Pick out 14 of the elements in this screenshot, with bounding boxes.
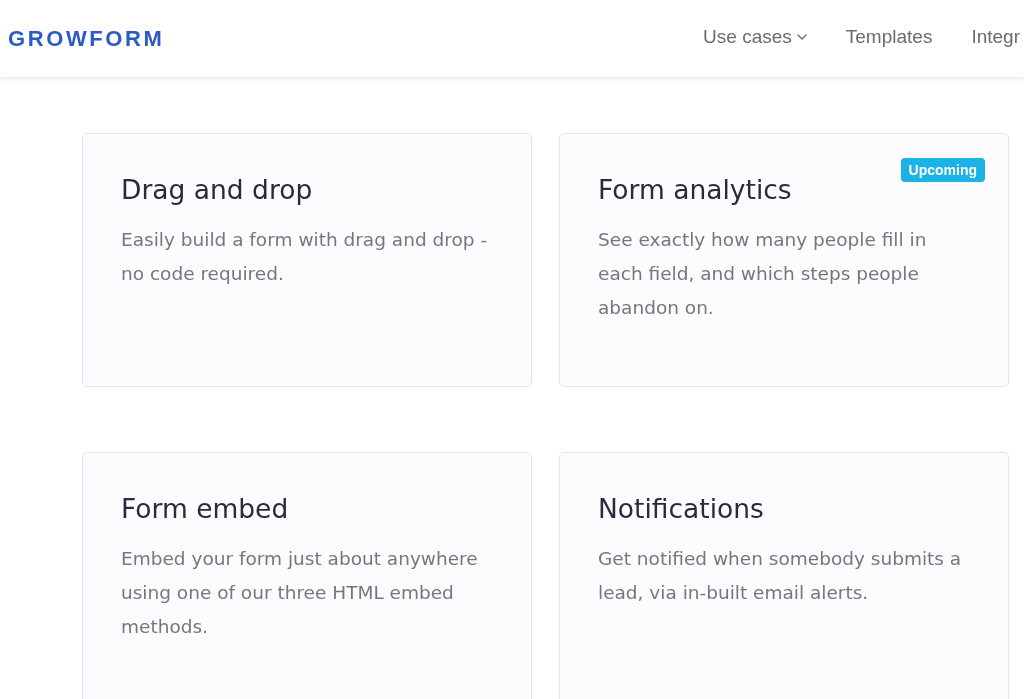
brand-logo[interactable]: GROWFORM: [8, 27, 165, 50]
card-description: Embed your form just about anywhere using one of our three HTML embed methods.: [121, 547, 479, 639]
card-description: Get notified when somebody submits a lead, via in-built email alerts.: [598, 547, 963, 605]
card-description: See exactly how many people fill in each field, and which steps people abandon on.: [598, 228, 928, 320]
nav-link[interactable]: Integr: [971, 25, 1020, 48]
nav-dropdown[interactable]: Use cases: [703, 25, 807, 48]
card-title: Form embed: [121, 492, 290, 525]
chevron-down-icon: [796, 33, 807, 40]
nav-link[interactable]: Templates: [845, 25, 933, 48]
status-badge: Upcoming: [900, 158, 985, 182]
card-description: Easily build a form with drag and drop - no code required.: [121, 228, 489, 286]
card-title: Drag and drop: [121, 173, 314, 206]
card-title: Form analytics: [598, 173, 793, 206]
card-title: Notifications: [598, 492, 765, 525]
